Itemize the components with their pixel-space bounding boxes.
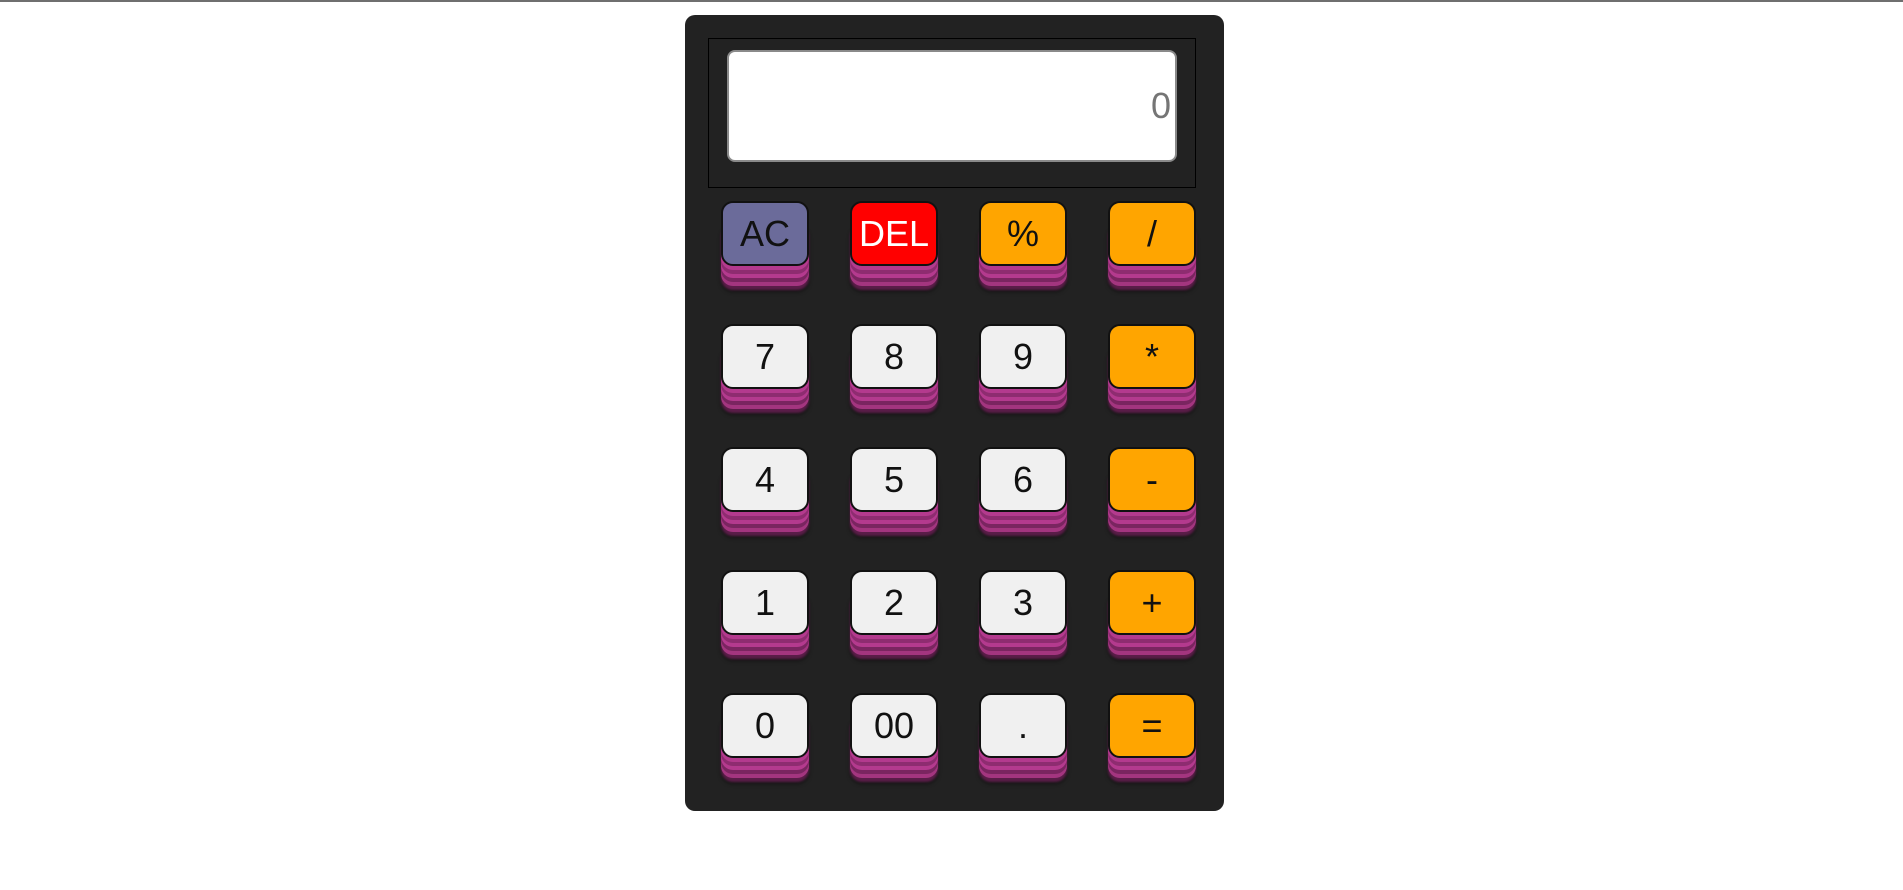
display-input[interactable] (727, 50, 1177, 162)
delete-button[interactable]: DEL (850, 201, 938, 266)
digit-4-button[interactable]: 4 (721, 447, 809, 512)
add-button[interactable]: + (1108, 570, 1196, 635)
equals-button[interactable]: = (1108, 693, 1196, 758)
digit-2-button[interactable]: 2 (850, 570, 938, 635)
calculator: AC DEL % / 7 8 9 * 4 5 6 - 1 2 3 + 0 00 … (685, 15, 1224, 811)
subtract-button[interactable]: - (1108, 447, 1196, 512)
percent-button[interactable]: % (979, 201, 1067, 266)
digit-9-button[interactable]: 9 (979, 324, 1067, 389)
top-border (0, 0, 1903, 2)
digit-1-button[interactable]: 1 (721, 570, 809, 635)
digit-0-button[interactable]: 0 (721, 693, 809, 758)
decimal-button[interactable]: . (979, 693, 1067, 758)
digit-6-button[interactable]: 6 (979, 447, 1067, 512)
double-zero-button[interactable]: 00 (850, 693, 938, 758)
digit-7-button[interactable]: 7 (721, 324, 809, 389)
multiply-button[interactable]: * (1108, 324, 1196, 389)
digit-5-button[interactable]: 5 (850, 447, 938, 512)
clear-button[interactable]: AC (721, 201, 809, 266)
digit-8-button[interactable]: 8 (850, 324, 938, 389)
divide-button[interactable]: / (1108, 201, 1196, 266)
digit-3-button[interactable]: 3 (979, 570, 1067, 635)
display-frame (708, 38, 1196, 188)
